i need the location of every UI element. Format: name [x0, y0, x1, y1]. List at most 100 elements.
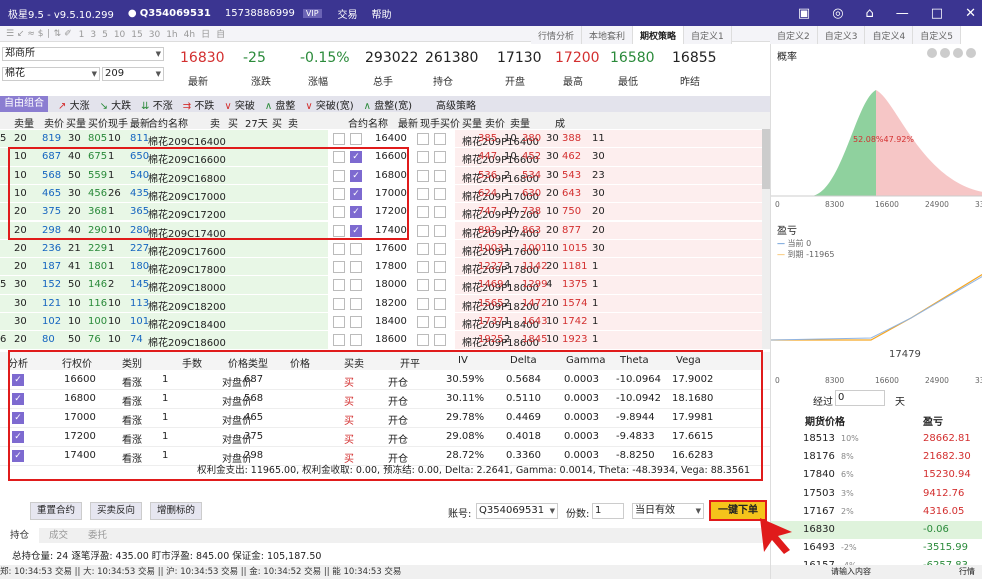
period-2[interactable]: 5: [102, 30, 108, 40]
call-buy-checkbox[interactable]: [350, 133, 362, 145]
edit-underlying-button[interactable]: 增删标的: [150, 502, 203, 520]
put-buy-checkbox[interactable]: [417, 316, 429, 328]
call-sell-checkbox[interactable]: [333, 133, 345, 145]
call-buy-checkbox[interactable]: [350, 279, 362, 292]
period-7[interactable]: 4h: [184, 30, 195, 40]
period-5[interactable]: 30: [149, 30, 160, 40]
account-select[interactable]: Q354069531 ▼: [476, 503, 558, 519]
option-row[interactable]: 5 30 152 50 146 2 145 棉花209C18000 18000 棉花209P180…: [0, 276, 770, 295]
strategy-no-rise[interactable]: ⇊ 不涨: [141, 97, 173, 112]
put-buy-checkbox[interactable]: [417, 334, 429, 347]
call-buy-checkbox[interactable]: [350, 242, 362, 255]
put-sell-checkbox[interactable]: [434, 151, 446, 164]
strategy-bull[interactable]: ↗ 大涨: [58, 97, 90, 112]
month-select[interactable]: 209 ▼: [102, 67, 164, 81]
option-row[interactable]: 20 236 21 229 1 227 棉花209C17600 17600 棉花209P1760…: [0, 239, 770, 259]
pin-icon[interactable]: [940, 48, 950, 58]
minimize-icon[interactable]: —: [896, 6, 909, 21]
call-buy-checkbox[interactable]: [350, 316, 362, 328]
put-buy-checkbox[interactable]: [417, 151, 429, 164]
put-buy-checkbox[interactable]: [417, 206, 429, 219]
strategy-no-fall[interactable]: ⇉ 不跌: [183, 97, 215, 112]
settings-icon[interactable]: ◎: [832, 6, 843, 21]
put-sell-checkbox[interactable]: [434, 261, 446, 274]
put-sell-checkbox[interactable]: [434, 206, 446, 219]
close-panel-icon[interactable]: [966, 48, 976, 58]
reset-contract-button[interactable]: 重置合约: [30, 502, 83, 520]
put-sell-checkbox[interactable]: [434, 316, 446, 328]
call-sell-checkbox[interactable]: [333, 242, 345, 255]
call-sell-checkbox[interactable]: [333, 279, 345, 292]
strategy-consolidate[interactable]: ∧ 盘整: [265, 97, 296, 112]
put-sell-checkbox[interactable]: [434, 133, 446, 145]
put-sell-checkbox[interactable]: [434, 334, 446, 347]
put-sell-checkbox[interactable]: [434, 242, 446, 255]
put-buy-checkbox[interactable]: [417, 279, 429, 292]
call-buy-checkbox[interactable]: [350, 261, 362, 274]
home-icon[interactable]: ⌂: [866, 6, 874, 21]
strategy-consolidate-wide[interactable]: ∧ 盘整(宽): [364, 97, 412, 112]
strategy-advanced[interactable]: 高级策略: [436, 97, 476, 112]
tab-module-3[interactable]: 自定义1: [684, 26, 732, 44]
menu-trade[interactable]: 交易: [338, 6, 358, 21]
refresh-icon[interactable]: [953, 48, 963, 58]
draw-tools-icon[interactable]: ☰ ↙ ≈ $ ∣ ⇅ ✐: [6, 29, 72, 39]
tab-module-2[interactable]: 期权策略: [633, 26, 685, 44]
period-4[interactable]: 15: [131, 30, 142, 40]
period-6[interactable]: 1h: [166, 30, 177, 40]
strategy-free[interactable]: 自由组合: [0, 96, 48, 112]
tab-custom-3[interactable]: 自定义3: [817, 26, 866, 44]
option-row[interactable]: 30 121 10 116 10 113 棉花209C18200 18200 棉花209P182…: [0, 294, 770, 313]
call-sell-checkbox[interactable]: [333, 334, 345, 347]
close-icon[interactable]: ✕: [965, 6, 976, 21]
put-buy-checkbox[interactable]: [417, 297, 429, 310]
tab-trades[interactable]: 成交: [39, 528, 78, 543]
put-sell-checkbox[interactable]: [434, 224, 446, 237]
call-sell-checkbox[interactable]: [333, 316, 345, 328]
call-buy-checkbox[interactable]: [350, 297, 362, 310]
tab-custom-5[interactable]: 自定义5: [913, 26, 961, 44]
zoom-icon[interactable]: [927, 48, 937, 58]
period-8[interactable]: 日: [201, 30, 210, 40]
tab-orders[interactable]: 委托: [78, 528, 117, 543]
validity-select[interactable]: 当日有效 ▼: [632, 503, 704, 519]
period-1[interactable]: 3: [90, 30, 96, 40]
call-sell-checkbox[interactable]: [333, 261, 345, 274]
period-0[interactable]: 1: [79, 30, 85, 40]
tab-custom-2[interactable]: 自定义2: [770, 26, 818, 44]
tab-module-1[interactable]: 本地套利: [582, 26, 634, 44]
shares-input[interactable]: 1: [592, 503, 624, 519]
put-buy-checkbox[interactable]: [417, 224, 429, 237]
period-9[interactable]: 自: [216, 30, 225, 40]
call-sell-checkbox[interactable]: [333, 297, 345, 310]
period-buttons[interactable]: 1 3 5 10 15 30 1h 4h 日自: [79, 27, 231, 40]
strategy-breakout[interactable]: ∨ 突破: [224, 97, 255, 112]
option-row[interactable]: 5 20 819 30 805 10 811 棉花209C16400 16400 棉花209P16…: [0, 130, 770, 149]
input-hint[interactable]: 请输入内容: [831, 567, 871, 576]
put-sell-checkbox[interactable]: [434, 187, 446, 200]
put-buy-checkbox[interactable]: [417, 133, 429, 145]
menu-help[interactable]: 帮助: [372, 6, 392, 21]
strategy-bear[interactable]: ↘ 大跌: [100, 97, 132, 112]
grid-scrollbar[interactable]: [762, 129, 770, 349]
strategy-breakout-wide[interactable]: ∨ 突破(宽): [305, 97, 353, 112]
option-row[interactable]: 30 102 10 100 10 101 棉花209C18400 18400 棉花209P184…: [0, 313, 770, 332]
reverse-side-button[interactable]: 买卖反向: [90, 502, 143, 520]
tab-custom-4[interactable]: 自定义4: [865, 26, 914, 44]
option-row[interactable]: 6 20 80 50 76 10 74 棉花209C18600 18600 棉花209P18600…: [0, 331, 770, 350]
maximize-icon[interactable]: □: [931, 6, 943, 21]
exchange-select[interactable]: 郑商所 ▼: [2, 47, 164, 61]
put-buy-checkbox[interactable]: [417, 261, 429, 274]
put-sell-checkbox[interactable]: [434, 279, 446, 292]
put-buy-checkbox[interactable]: [417, 169, 429, 182]
product-select[interactable]: 棉花 ▼: [2, 67, 100, 81]
layout-icon[interactable]: ▣: [798, 6, 810, 21]
tab-module-0[interactable]: 行情分析: [531, 26, 583, 44]
put-sell-checkbox[interactable]: [434, 169, 446, 182]
option-row[interactable]: 20 187 41 180 1 180 棉花209C17800 17800 棉花209P1780…: [0, 258, 770, 277]
put-buy-checkbox[interactable]: [417, 187, 429, 200]
put-buy-checkbox[interactable]: [417, 242, 429, 255]
call-buy-checkbox[interactable]: [350, 334, 362, 347]
period-3[interactable]: 10: [114, 30, 125, 40]
put-sell-checkbox[interactable]: [434, 297, 446, 310]
